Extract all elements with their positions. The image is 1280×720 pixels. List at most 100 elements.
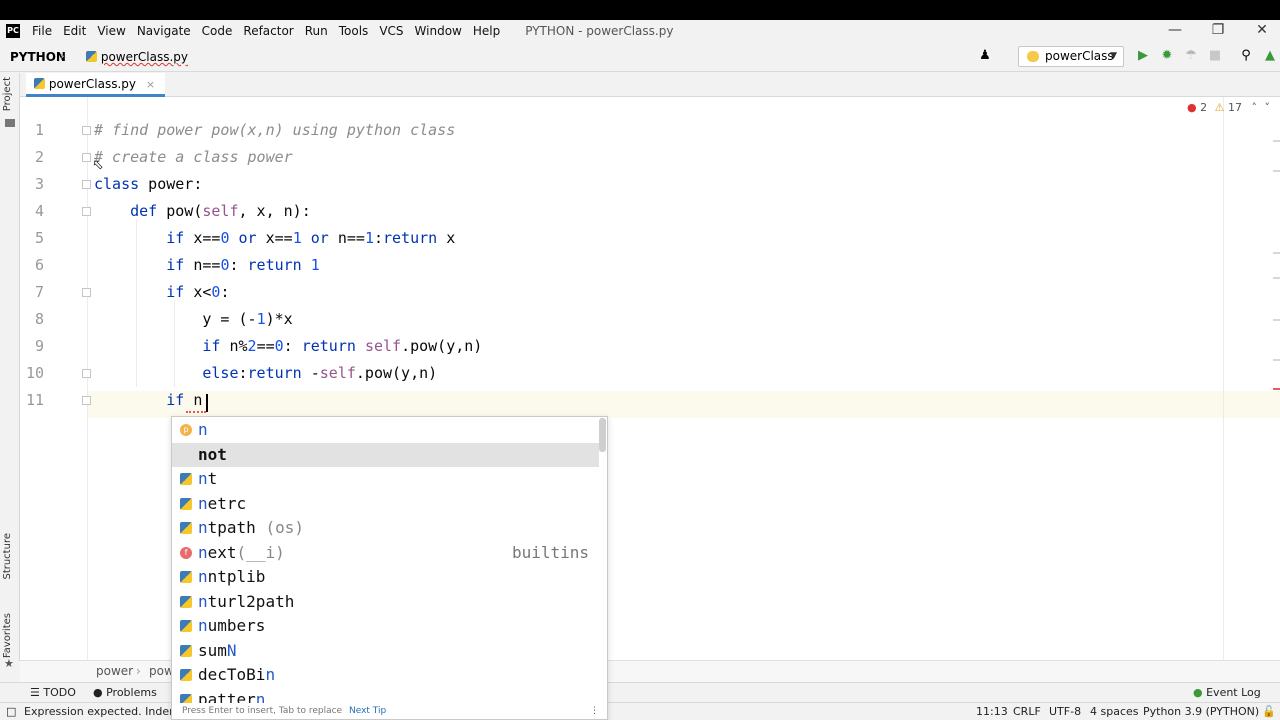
- completion-item[interactable]: netrc: [172, 492, 599, 517]
- tab-powerclass[interactable]: powerClass.py ×: [26, 73, 166, 97]
- close-window-icon[interactable]: ✕: [1251, 20, 1273, 42]
- fold-marker-icon[interactable]: [82, 369, 91, 378]
- line-number: 7: [34, 283, 44, 301]
- fold-marker-icon[interactable]: [82, 153, 91, 162]
- error-underline: [186, 410, 206, 413]
- completion-match: n: [198, 493, 208, 513]
- chevron-down-icon[interactable]: ˅: [1265, 101, 1271, 114]
- menu-help[interactable]: Help: [473, 24, 500, 38]
- right-margin-guide: [1223, 97, 1224, 660]
- completion-type: builtins: [511, 542, 589, 562]
- python-config-icon: [1027, 51, 1039, 62]
- chevron-up-icon[interactable]: ˄: [1252, 101, 1258, 114]
- completion-item[interactable]: sumN: [172, 639, 599, 664]
- favorites-tool-button[interactable]: Favorites: [2, 613, 13, 658]
- lock-icon[interactable]: 🔓: [1262, 705, 1276, 718]
- completion-match: sum: [198, 640, 227, 660]
- completion-match: n: [198, 420, 208, 439]
- close-tab-icon[interactable]: ×: [146, 78, 155, 91]
- update-icon[interactable]: ▲: [1261, 47, 1279, 65]
- completion-item[interactable]: not: [172, 442, 599, 467]
- debug-icon[interactable]: ✹: [1158, 47, 1176, 65]
- error-stripe-mark[interactable]: [1273, 170, 1280, 172]
- fold-marker-icon[interactable]: [82, 288, 91, 297]
- error-stripe-mark[interactable]: [1273, 140, 1280, 142]
- editor-tabs: powerClass.py ×: [20, 73, 1280, 97]
- run-configuration-label: powerClass: [1045, 49, 1114, 63]
- menu-run[interactable]: Run: [305, 24, 328, 38]
- line-number: 6: [34, 256, 44, 274]
- user-icon[interactable]: ♟: [976, 47, 994, 65]
- completion-signature: (__i): [236, 542, 285, 562]
- structure-tool-button[interactable]: Structure: [2, 533, 13, 580]
- completion-item[interactable]: numbers: [172, 614, 599, 639]
- next-tip-link[interactable]: Next Tip: [349, 706, 386, 716]
- completion-item[interactable]: pn: [172, 418, 599, 443]
- menu-tools[interactable]: Tools: [339, 24, 369, 38]
- breadcrumb-class[interactable]: power: [96, 664, 133, 678]
- indent-setting[interactable]: 4 spaces: [1090, 705, 1139, 718]
- search-icon[interactable]: ⚲: [1237, 47, 1255, 65]
- error-stripe-mark[interactable]: [1273, 277, 1280, 279]
- star-icon: ★: [4, 657, 14, 670]
- menu-refactor[interactable]: Refactor: [243, 24, 293, 38]
- error-stripe-mark[interactable]: [1273, 252, 1280, 254]
- project-tool-button[interactable]: Project: [2, 77, 13, 111]
- python-interpreter[interactable]: Python 3.9 (PYTHON): [1143, 705, 1259, 718]
- fold-marker-icon[interactable]: [82, 396, 91, 405]
- fold-marker-icon[interactable]: [82, 207, 91, 216]
- module-icon: [180, 522, 192, 534]
- error-stripe-mark[interactable]: [1273, 359, 1280, 361]
- event-log-tool-button[interactable]: ● Event Log: [1193, 686, 1261, 699]
- problems-tool-button[interactable]: ● Problems: [93, 686, 157, 699]
- stop-icon[interactable]: ■: [1206, 47, 1224, 65]
- menu-file[interactable]: File: [32, 24, 52, 38]
- code-line-4: def pow(self, x, n):: [130, 202, 311, 220]
- minimize-icon[interactable]: —: [1164, 20, 1186, 42]
- code-line-1: # find power pow(x,n) using python class: [94, 121, 456, 139]
- error-stripe-mark[interactable]: [1273, 388, 1280, 390]
- line-separator[interactable]: CRLF: [1013, 705, 1041, 718]
- python-file-icon: [86, 51, 97, 62]
- run-configuration-select[interactable]: powerClass ▼: [1018, 46, 1124, 67]
- fold-marker-icon[interactable]: [82, 180, 91, 189]
- problems-label: Problems: [106, 686, 157, 699]
- menu-vcs[interactable]: VCS: [379, 24, 403, 38]
- nav-project[interactable]: PYTHON: [10, 50, 66, 64]
- menu-view[interactable]: View: [97, 24, 125, 38]
- completion-item[interactable]: nntplib: [172, 565, 599, 590]
- line-number: 10: [25, 364, 44, 382]
- completion-rest: ntplib: [207, 567, 266, 586]
- completion-item[interactable]: nt: [172, 467, 599, 492]
- caret-position[interactable]: 11:13: [976, 705, 1008, 718]
- popup-scrollbar[interactable]: [599, 418, 606, 452]
- status-square-icon[interactable]: □: [6, 705, 16, 718]
- code-line-9: if n%2==0: return self.pow(y,n): [202, 337, 483, 355]
- file-encoding[interactable]: UTF-8: [1049, 705, 1081, 718]
- warning-icon: ⚠: [1214, 101, 1225, 114]
- completion-popup[interactable]: p n not nt netrc ntpath (os) f next(__i) builtin…: [171, 416, 608, 720]
- menu-window[interactable]: Window: [415, 24, 462, 38]
- todo-tool-button[interactable]: ☰ TODO: [30, 686, 76, 699]
- completion-match: n: [198, 591, 208, 611]
- menu-navigate[interactable]: Navigate: [137, 24, 191, 38]
- completion-item[interactable]: ntpath (os): [172, 516, 599, 541]
- completion-item[interactable]: nturl2path: [172, 590, 599, 615]
- inspection-widget[interactable]: ● 2 ⚠ 17 ˄ ˅: [1187, 101, 1270, 114]
- coverage-icon[interactable]: ☂: [1182, 47, 1200, 65]
- tab-label: powerClass.py: [48, 77, 137, 91]
- error-stripe-mark[interactable]: [1273, 319, 1280, 321]
- left-tool-strip: Project Structure Favorites ★: [0, 73, 20, 670]
- menu-code[interactable]: Code: [202, 24, 233, 38]
- fold-marker-icon[interactable]: [82, 126, 91, 135]
- completion-rest: etrc: [207, 493, 247, 513]
- warning-count: 17: [1228, 101, 1242, 114]
- menu-edit[interactable]: Edit: [63, 24, 86, 38]
- nav-file-label: powerClass.py: [100, 50, 189, 64]
- run-icon[interactable]: ▶: [1134, 47, 1152, 65]
- nav-file[interactable]: powerClass.py: [86, 50, 188, 64]
- completion-item[interactable]: f next(__i) builtins: [172, 541, 599, 566]
- completion-item[interactable]: decToBin: [172, 663, 599, 688]
- restore-icon[interactable]: ❐: [1207, 20, 1229, 42]
- more-options-icon[interactable]: ⋮: [590, 703, 599, 719]
